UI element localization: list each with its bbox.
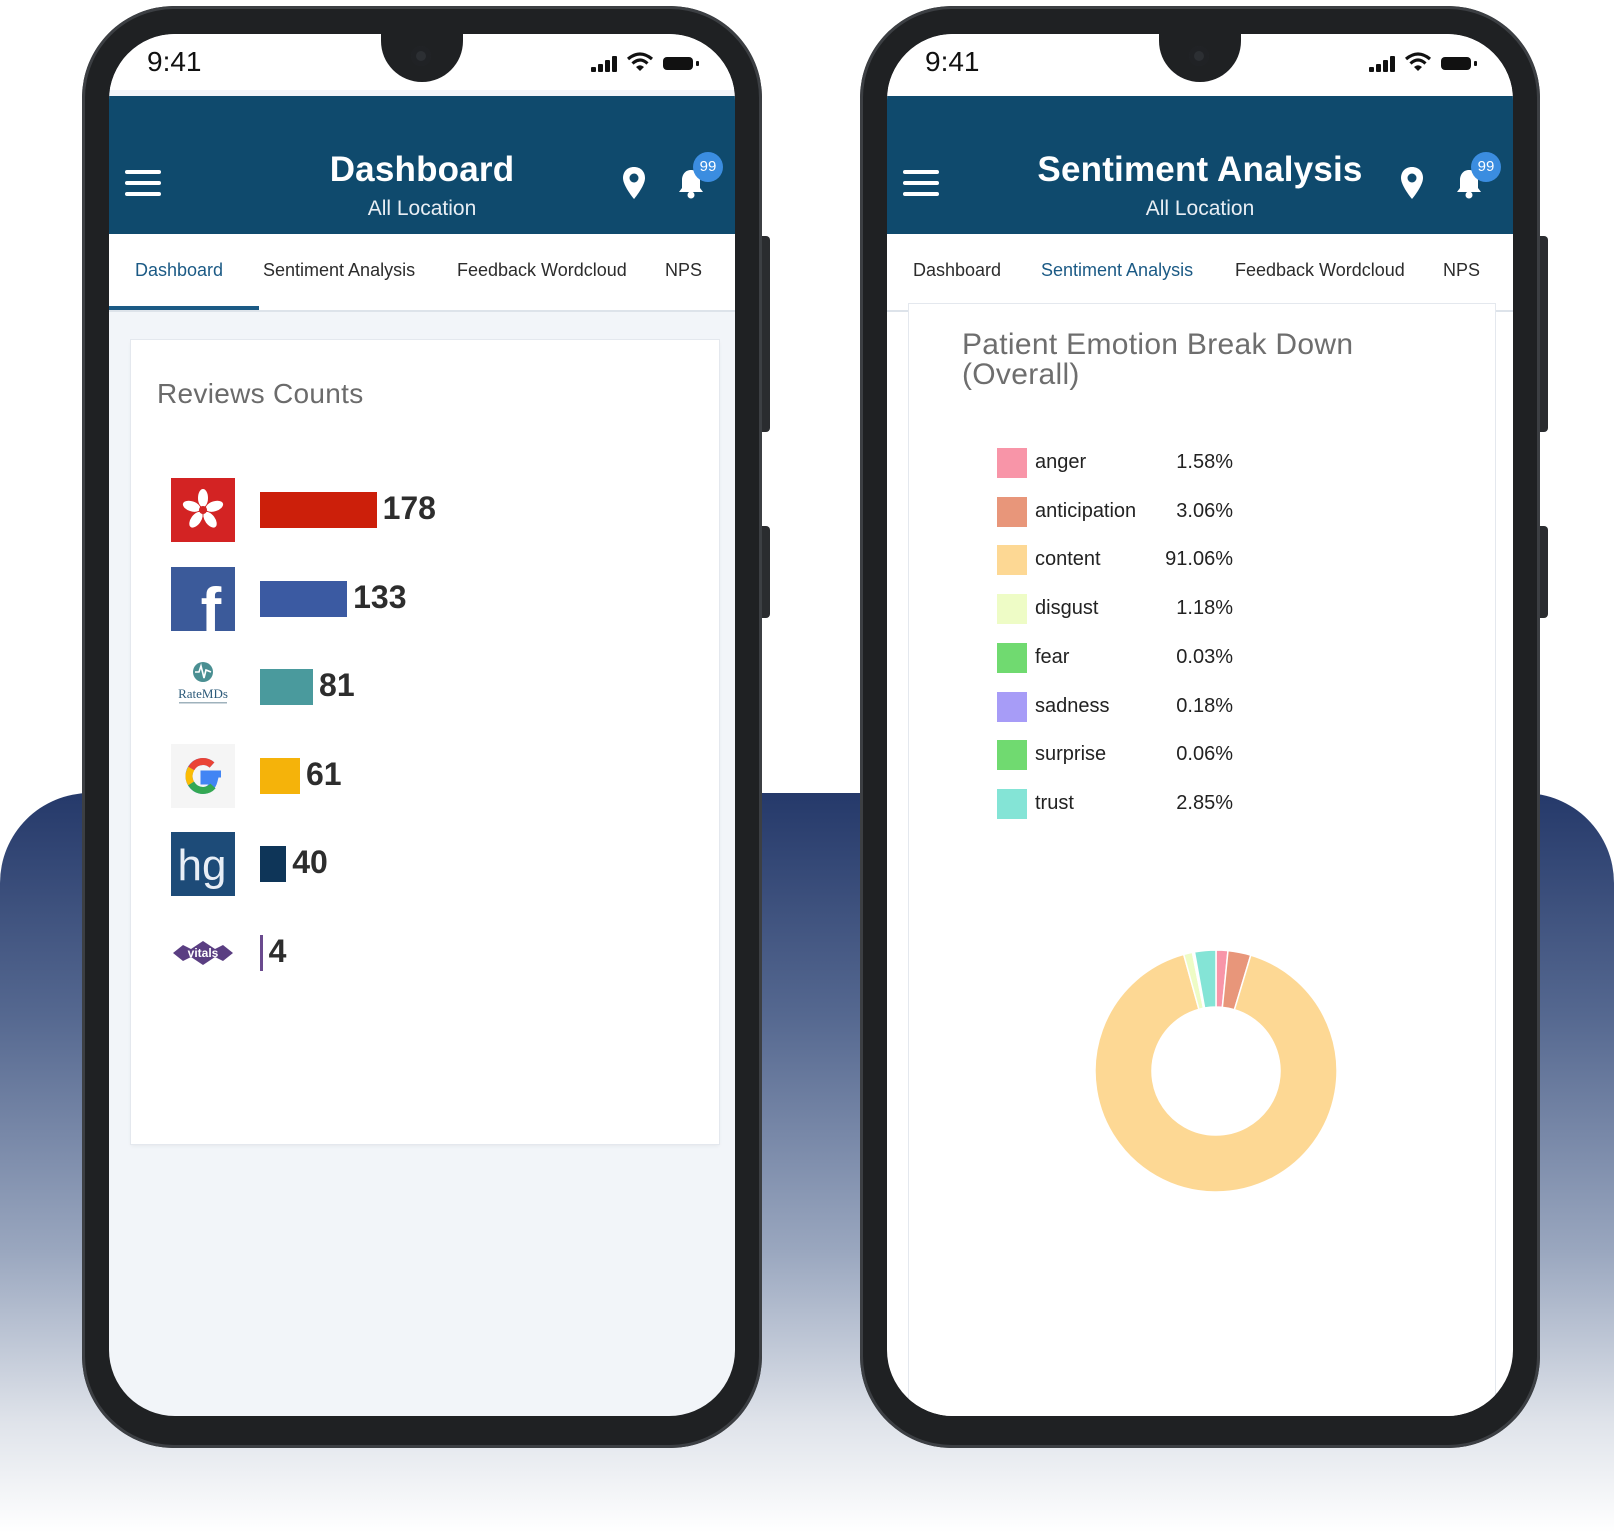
camera-icon — [1189, 46, 1209, 66]
power-button — [762, 526, 770, 618]
notification-badge: 99 — [1471, 152, 1501, 182]
svg-text:f: f — [201, 576, 222, 631]
bar-value-label: 178 — [382, 490, 436, 526]
legend-value: 1.58% — [1176, 451, 1233, 473]
tab-feedback-wordcloud[interactable]: Feedback Wordcloud — [1235, 260, 1405, 281]
legend-label: content — [1035, 548, 1101, 571]
legend-value: 0.06% — [1176, 743, 1233, 766]
app-bar: Sentiment Analysis All Location 99 — [887, 96, 1513, 234]
emotion-donut-chart — [1094, 949, 1338, 1193]
legend-label: trust — [1035, 791, 1074, 814]
legend-label: anger — [1035, 451, 1087, 473]
legend-value: 1.18% — [1176, 597, 1233, 620]
legend-label: surprise — [1035, 743, 1107, 766]
svg-text:vitals: vitals — [188, 946, 219, 960]
signal-icon — [1369, 56, 1397, 72]
legend-swatch — [997, 496, 1027, 527]
tab-dashboard[interactable]: Dashboard — [913, 260, 1001, 281]
power-button — [1540, 526, 1548, 618]
wifi-icon — [1405, 52, 1431, 71]
reviews-counts-card: Reviews Counts 178 f 133 RateMDs 81 61 hg 40 vi… — [131, 340, 719, 1144]
legend-swatch — [997, 594, 1027, 625]
location-selector[interactable]: All Location — [887, 197, 1513, 221]
emotion-breakdown-card: Patient Emotion Break Down (Overall) ang… — [909, 304, 1495, 1416]
status-time: 9:41 — [925, 46, 980, 77]
bar-value-label: 61 — [305, 755, 342, 792]
phone-screen: 9:41 Dashboard All Location 99 Dashboard… — [109, 34, 735, 1416]
facebook-logo: f — [171, 566, 235, 645]
location-selector[interactable]: All Location — [109, 197, 735, 221]
legend-value: 2.85% — [1176, 791, 1233, 814]
vitals-logo: vitals — [171, 921, 235, 985]
location-pin-icon[interactable] — [1399, 166, 1425, 200]
bar-value-label: 133 — [353, 578, 407, 615]
camera-notch — [1159, 34, 1241, 82]
bar-vitals — [260, 935, 263, 971]
bar-healthgrades — [260, 846, 287, 883]
yelp-logo — [171, 478, 235, 542]
tab-bar: Dashboard Sentiment Analysis Feedback Wo… — [887, 234, 1513, 312]
bar-value-label: 81 — [319, 667, 355, 704]
legend-label: fear — [1035, 645, 1070, 668]
phone-frame-dashboard: 9:41 Dashboard All Location 99 Dashboard… — [82, 6, 770, 1448]
svg-text:hg: hg — [178, 841, 227, 890]
tab-sentiment-analysis[interactable]: Sentiment Analysis — [263, 260, 415, 281]
chart-title: Patient Emotion Break Down (Overall) — [962, 328, 1354, 391]
signal-icon — [591, 56, 619, 72]
legend-value: 0.18% — [1176, 694, 1233, 717]
notification-badge: 99 — [693, 152, 723, 182]
legend-swatch — [997, 740, 1027, 771]
google-logo — [171, 743, 235, 808]
legend-label: sadness — [1035, 694, 1110, 717]
legend-swatch — [997, 691, 1027, 722]
legend-swatch — [997, 788, 1027, 819]
bar-facebook — [260, 580, 348, 617]
ratemds-logo: RateMDs — [171, 655, 235, 719]
bar-google — [260, 757, 300, 794]
status-bar: 9:41 — [887, 34, 1513, 90]
legend-swatch — [997, 545, 1027, 576]
camera-icon — [411, 46, 431, 66]
bar-ratemds — [260, 669, 314, 706]
app-bar: Dashboard All Location 99 — [109, 96, 735, 234]
healthgrades-logo: hg — [171, 832, 235, 897]
legend-value: 0.03% — [1176, 645, 1233, 668]
bar-yelp — [260, 492, 377, 528]
battery-icon — [663, 57, 693, 70]
volume-button — [762, 236, 770, 432]
status-bar: 9:41 — [109, 34, 735, 90]
battery-icon — [1441, 57, 1471, 70]
card-title: Reviews Counts — [157, 378, 364, 409]
tab-feedback-wordcloud[interactable]: Feedback Wordcloud — [457, 260, 627, 281]
legend-swatch — [997, 448, 1027, 478]
legend-swatch — [997, 642, 1027, 673]
tab-bar: Dashboard Sentiment Analysis Feedback Wo… — [109, 234, 735, 312]
volume-button — [1540, 236, 1548, 432]
battery-tip — [696, 61, 699, 66]
wifi-icon — [627, 52, 653, 71]
tab-dashboard[interactable]: Dashboard — [135, 260, 223, 281]
legend-value: 91.06% — [1165, 548, 1233, 571]
svg-text:RateMDs: RateMDs — [178, 686, 228, 701]
phone-frame-sentiment: 9:41 Sentiment Analysis All Location 99 … — [860, 6, 1548, 1448]
status-time: 9:41 — [147, 46, 202, 77]
tab-sentiment-analysis[interactable]: Sentiment Analysis — [1041, 260, 1193, 281]
legend-label: disgust — [1035, 597, 1099, 620]
battery-tip — [1474, 61, 1477, 66]
bar-value-label: 4 — [268, 933, 287, 969]
active-tab-indicator — [109, 306, 259, 310]
legend-value: 3.06% — [1176, 499, 1233, 522]
tab-nps[interactable]: NPS — [665, 260, 702, 281]
camera-notch — [381, 34, 463, 82]
phone-screen: 9:41 Sentiment Analysis All Location 99 … — [887, 34, 1513, 1416]
tab-nps[interactable]: NPS — [1443, 260, 1480, 281]
bar-value-label: 40 — [292, 844, 328, 881]
legend-label: anticipation — [1035, 499, 1137, 522]
location-pin-icon[interactable] — [621, 166, 647, 200]
